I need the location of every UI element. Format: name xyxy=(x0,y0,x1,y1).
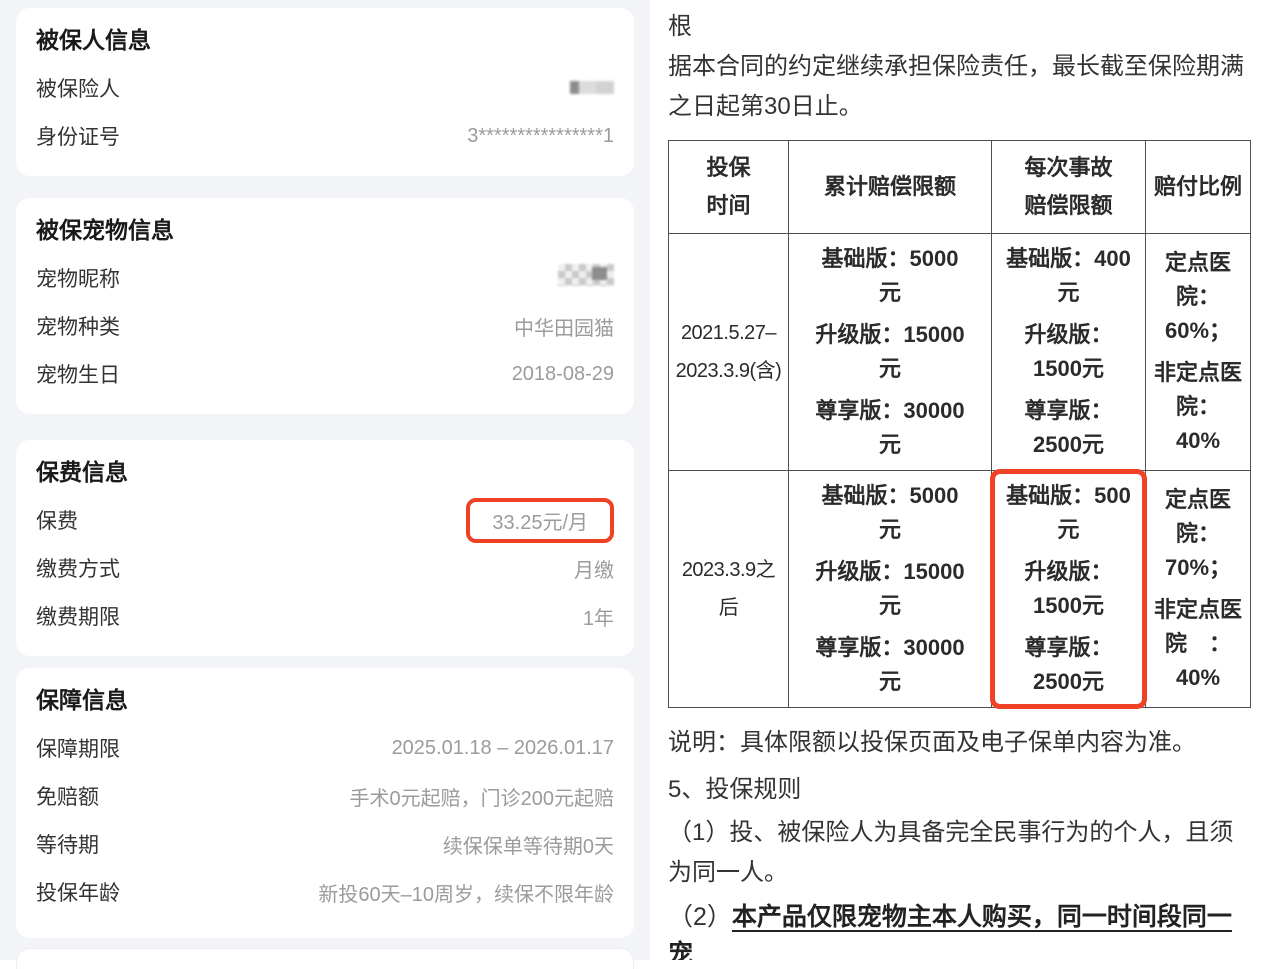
limit-entry: 基础版：5000 元 xyxy=(791,479,989,547)
cell-ratio: 定点医 院： 60%； 非定点医 院： 40% xyxy=(1146,234,1251,471)
limit-entry: 升级版： 1500元 xyxy=(994,318,1143,386)
cell-per-accident-highlighted: 基础版：500 元 升级版： 1500元 尊享版： 2500元 xyxy=(992,471,1146,708)
redacted-value xyxy=(558,264,614,286)
limit-entry: 基础版：400 元 xyxy=(994,242,1143,310)
row-value: 2025.01.18 – 2026.01.17 xyxy=(392,737,614,760)
premium-card: 保费信息 保费 33.25元/月 缴费方式 月缴 缴费期限 1年 xyxy=(16,440,634,656)
redacted-value xyxy=(570,81,614,94)
limit-entry: 基础版：5000 元 xyxy=(791,242,989,310)
header-payout-ratio: 赔付比例 xyxy=(1146,141,1251,234)
row-value xyxy=(558,264,614,292)
row-label: 宠物种类 xyxy=(36,311,120,341)
cell-period: 2021.5.27– 2023.3.9(含) xyxy=(669,234,789,471)
ratio-entry: 定点医 院： 60%； xyxy=(1148,246,1248,348)
cell-cumulative: 基础版：5000 元 升级版：15000 元 尊享版：30000 元 xyxy=(789,471,992,708)
policy-summary-panel: 被保人信息 被保险人 身份证号 3****************1 被保宠物信… xyxy=(0,0,650,960)
insured-person-card: 被保人信息 被保险人 身份证号 3****************1 xyxy=(16,8,634,176)
rule-2-prefix: （2） xyxy=(668,903,732,931)
row-value xyxy=(570,77,614,100)
card-title: 被保人信息 xyxy=(36,24,614,56)
section-title: 5、投保规则 xyxy=(668,770,1252,810)
terms-paragraph: 保险期间届满时，被保险宠物仍在接受治疗的，保险人根 据本合同的约定继续承担保险责… xyxy=(668,0,1252,127)
row-label: 宠物生日 xyxy=(36,359,120,389)
row-label: 宠物昵称 xyxy=(36,263,120,293)
compensation-limits-table: 投保 时间 累计赔偿限额 每次事故 赔偿限额 赔付比例 2021.5.27– 2… xyxy=(668,140,1251,708)
row-label: 免赔额 xyxy=(36,781,99,811)
row-label: 缴费方式 xyxy=(36,553,120,583)
limit-entry: 升级版：15000 元 xyxy=(791,318,989,386)
row-value: 中华田园猫 xyxy=(514,312,614,341)
limit-entry: 尊享版：30000 元 xyxy=(791,394,989,462)
info-row: 缴费期限 1年 xyxy=(36,592,614,640)
rule-2-emphasis: 本产品仅限宠物主本人购买，同一时间段同一宠 xyxy=(668,903,1232,960)
header-period: 投保 时间 xyxy=(669,141,789,234)
table-row: 2021.5.27– 2023.3.9(含) 基础版：5000 元 升级版：15… xyxy=(669,234,1251,471)
info-row: 身份证号 3****************1 xyxy=(36,112,614,160)
row-label: 缴费期限 xyxy=(36,601,120,631)
row-label: 等待期 xyxy=(36,829,99,859)
row-value: 手术0元起赔，门诊200元起赔 xyxy=(350,782,615,811)
info-row: 保障期限 2025.01.18 – 2026.01.17 xyxy=(36,724,614,772)
info-row: 缴费方式 月缴 xyxy=(36,544,614,592)
info-row: 免赔额 手术0元起赔，门诊200元起赔 xyxy=(36,772,614,820)
row-label: 被保险人 xyxy=(36,73,120,103)
limit-entry: 尊享版： 2500元 xyxy=(994,631,1143,699)
row-value: 新投60天–10周岁，续保不限年龄 xyxy=(318,878,614,907)
ratio-entry: 非定点医 院 ： 40% xyxy=(1148,593,1248,695)
premium-highlight-box: 33.25元/月 xyxy=(466,498,614,543)
row-value: 2018-08-29 xyxy=(512,363,614,386)
row-label: 身份证号 xyxy=(36,121,120,151)
ratio-entry: 定点医 院： 70%； xyxy=(1148,483,1248,585)
info-row: 投保年龄 新投60天–10周岁，续保不限年龄 xyxy=(36,868,614,916)
card-title: 被保宠物信息 xyxy=(36,214,614,246)
limit-entry: 尊享版：30000 元 xyxy=(791,631,989,699)
next-card-partial xyxy=(16,948,634,969)
limit-entry: 升级版： 1500元 xyxy=(994,555,1143,623)
cell-per-accident: 基础版：400 元 升级版： 1500元 尊享版： 2500元 xyxy=(992,234,1146,471)
limit-entry: 升级版：15000 元 xyxy=(791,555,989,623)
info-row: 宠物种类 中华田园猫 xyxy=(36,302,614,350)
row-value: 3****************1 xyxy=(467,125,614,148)
card-title: 保障信息 xyxy=(36,684,614,716)
row-label: 投保年龄 xyxy=(36,877,120,907)
info-row: 保费 33.25元/月 xyxy=(36,496,614,544)
ratio-entry: 非定点医 院： 40% xyxy=(1148,356,1248,458)
cell-ratio: 定点医 院： 70%； 非定点医 院 ： 40% xyxy=(1146,471,1251,708)
header-cumulative-limit: 累计赔偿限额 xyxy=(789,141,992,234)
rule-2-line: （2）本产品仅限宠物主本人购买，同一时间段同一宠 xyxy=(668,899,1252,960)
table-row: 2023.3.9之 后 基础版：5000 元 升级版：15000 元 尊享版：3… xyxy=(669,471,1251,708)
cell-cumulative: 基础版：5000 元 升级版：15000 元 尊享版：30000 元 xyxy=(789,234,992,471)
limit-entry: 尊享版： 2500元 xyxy=(994,394,1143,462)
info-row: 宠物生日 2018-08-29 xyxy=(36,350,614,398)
terms-document-panel: 保险期间届满时，被保险宠物仍在接受治疗的，保险人根 据本合同的约定继续承担保险责… xyxy=(650,0,1280,960)
rule-2: （2）本产品仅限宠物主本人购买，同一时间段同一宠 物犬或宠物猫限投保1份，多投保… xyxy=(668,899,1252,960)
info-row: 等待期 续保保单等待期0天 xyxy=(36,820,614,868)
table-note: 说明：具体限额以投保页面及电子保单内容为准。 xyxy=(668,723,1252,763)
row-value: 1年 xyxy=(583,602,614,631)
header-per-accident-limit: 每次事故 赔偿限额 xyxy=(992,141,1146,234)
row-value: 月缴 xyxy=(574,554,614,583)
info-row: 宠物昵称 xyxy=(36,254,614,302)
limit-entry: 基础版：500 元 xyxy=(994,479,1143,547)
rule-1: （1）投、被保险人为具备完全民事行为的个人，且须 为同一人。 xyxy=(668,813,1252,893)
cell-period: 2023.3.9之 后 xyxy=(669,471,789,708)
row-label: 保费 xyxy=(36,505,78,535)
table-header-row: 投保 时间 累计赔偿限额 每次事故 赔偿限额 赔付比例 xyxy=(669,141,1251,234)
insured-pet-card: 被保宠物信息 宠物昵称 宠物种类 中华田园猫 宠物生日 2018-08-29 xyxy=(16,198,634,414)
row-value: 33.25元/月 xyxy=(466,498,614,543)
row-label: 保障期限 xyxy=(36,733,120,763)
card-title: 保费信息 xyxy=(36,456,614,488)
info-row: 被保险人 xyxy=(36,64,614,112)
coverage-card: 保障信息 保障期限 2025.01.18 – 2026.01.17 免赔额 手术… xyxy=(16,668,634,938)
row-value: 续保保单等待期0天 xyxy=(443,830,614,859)
